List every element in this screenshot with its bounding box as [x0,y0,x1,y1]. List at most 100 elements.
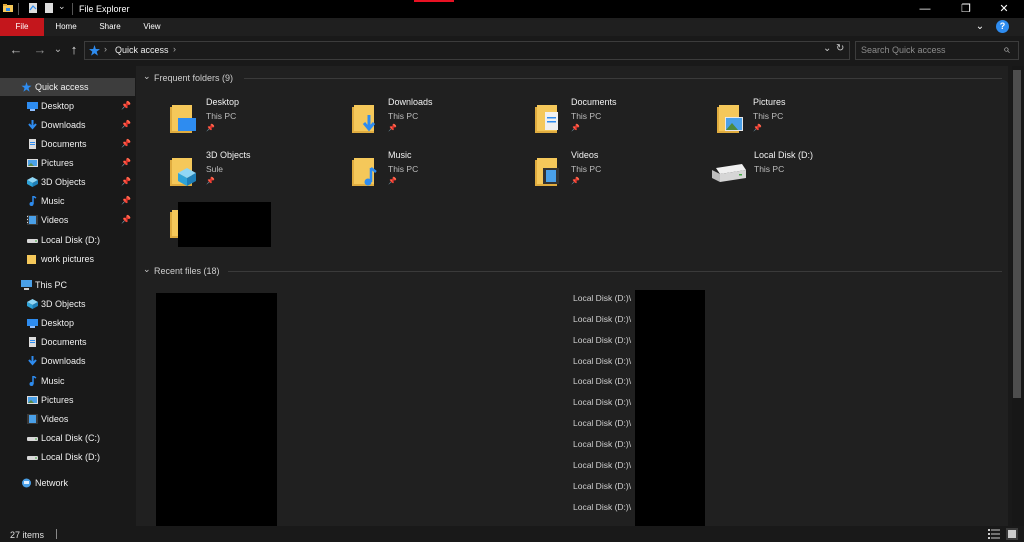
recent-file-path[interactable]: Local Disk (D:)\ [573,397,631,407]
pin-icon[interactable]: 📌 [121,173,131,191]
tab-file[interactable]: File [0,18,44,36]
nav-item-local-disk-d[interactable]: Local Disk (D:) [0,231,135,249]
pin-icon[interactable]: 📌 [121,211,131,229]
nav-item-desktop[interactable]: Desktop [0,314,135,332]
pin-icon[interactable]: 📌 [206,177,215,185]
address-dropdown-icon[interactable]: ⌄ [823,43,831,54]
folder-location: This PC [571,164,602,174]
recent-file-path[interactable]: Local Disk (D:)\ [573,314,631,324]
nav-label: Desktop [41,318,75,328]
expand-ribbon-icon[interactable]: ⌄ [972,18,988,36]
folder-name: Music [388,150,412,160]
back-button[interactable]: ← [8,42,24,58]
refresh-icon[interactable]: ↻ [836,43,844,54]
group-toggle-icon[interactable]: ⌄ [143,264,151,275]
nav-item-3d-objects[interactable]: 3D Objects [0,295,135,313]
recent-file-path[interactable]: Local Disk (D:)\ [573,418,631,428]
large-icons-view-icon[interactable] [1006,528,1018,540]
minimize-button[interactable]: — [913,2,937,16]
tab-view[interactable]: View [134,18,170,36]
pin-icon[interactable]: 📌 [388,177,397,185]
tab-home[interactable]: Home [48,18,84,36]
search-icon[interactable]: ⌕ [1003,42,1010,57]
customize-qat-icon[interactable]: ⌄ [58,1,66,12]
forward-button[interactable]: → [32,42,48,58]
nav-item-downloads[interactable]: Downloads [0,352,135,370]
nav-item-videos[interactable]: Videos 📌 [0,211,135,229]
recent-file-path[interactable]: Local Disk (D:)\ [573,439,631,449]
folder-tile-pictures[interactable]: Pictures This PC 📌 [717,97,877,143]
nav-item-documents[interactable]: Documents [0,333,135,351]
pin-icon[interactable]: 📌 [121,135,131,153]
new-folder-icon[interactable] [44,3,54,13]
pin-icon[interactable]: 📌 [121,154,131,172]
local-disk-icon [712,164,746,182]
address-field[interactable]: › Quick access › ⌄ ↻ [84,41,850,60]
recent-locations-button[interactable]: ⌄ [50,42,66,58]
group-divider [244,78,1002,79]
recent-file-path[interactable]: Local Disk (D:)\ [573,335,631,345]
status-divider [56,529,57,539]
tab-share[interactable]: Share [92,18,128,36]
title-divider-2 [72,3,73,15]
vertical-scrollbar[interactable] [1012,66,1024,526]
folder-tile-3d-objects[interactable]: 3D Objects Sule 📌 [170,150,330,196]
nav-this-pc[interactable]: This PC [0,276,135,294]
nav-item-local-disk-d[interactable]: Local Disk (D:) [0,448,135,466]
nav-item-pictures[interactable]: Pictures [0,391,135,409]
nav-item-documents[interactable]: Documents 📌 [0,135,135,153]
help-icon[interactable]: ? [996,20,1009,33]
3d-objects-folder-icon [170,158,196,186]
navigation-pane: Quick access Desktop 📌 Downloads 📌 Docum… [0,66,135,526]
explorer-app-icon[interactable] [3,3,13,13]
folder-tile-videos[interactable]: Videos This PC 📌 [535,150,695,196]
pin-icon[interactable]: 📌 [571,124,580,132]
pin-icon[interactable]: 📌 [388,124,397,132]
close-button[interactable]: ✕ [992,2,1016,16]
pin-icon[interactable]: 📌 [571,177,580,185]
pin-icon[interactable]: 📌 [206,124,215,132]
pin-icon[interactable]: 📌 [121,192,131,210]
properties-icon[interactable] [28,3,38,13]
recent-file-path[interactable]: Local Disk (D:)\ [573,376,631,386]
pin-icon[interactable]: 📌 [121,97,131,115]
nav-item-local-disk-c[interactable]: Local Disk (C:) [0,429,135,447]
scrollbar-thumb[interactable] [1013,70,1021,398]
nav-item-desktop[interactable]: Desktop 📌 [0,97,135,115]
restore-button[interactable]: ❐ [954,2,978,16]
group-header-frequent[interactable]: Frequent folders (9) [154,73,233,83]
breadcrumb-separator[interactable]: › [104,44,107,54]
nav-network[interactable]: Network [0,474,135,492]
recent-file-path[interactable]: Local Disk (D:)\ [573,356,631,366]
up-button[interactable]: ↑ [66,42,82,58]
recent-file-path[interactable]: Local Disk (D:)\ [573,293,631,303]
folder-tile-local-disk-d[interactable]: Local Disk (D:) This PC [712,150,872,196]
recent-file-path[interactable]: Local Disk (D:)\ [573,481,631,491]
folder-location: Sule [206,164,224,174]
pin-icon[interactable]: 📌 [753,124,762,132]
breadcrumb-separator-2[interactable]: › [173,44,176,54]
nav-label: Music [41,196,65,206]
drive-icon [27,437,38,441]
search-field[interactable]: Search Quick access ⌕ [855,41,1019,60]
recent-file-path[interactable]: Local Disk (D:)\ [573,460,631,470]
nav-quick-access[interactable]: Quick access [0,78,135,96]
recent-file-path[interactable]: Local Disk (D:)\ [573,502,631,512]
folder-tile-desktop[interactable]: Desktop This PC 📌 [170,97,330,143]
group-toggle-icon[interactable]: ⌄ [143,71,151,82]
folder-tile-downloads[interactable]: Downloads This PC 📌 [352,97,512,143]
folder-tile-documents[interactable]: Documents This PC 📌 [535,97,695,143]
breadcrumb-quick-access[interactable]: Quick access [115,45,169,55]
folder-tile-music[interactable]: Music This PC 📌 [352,150,512,196]
nav-item-work-pictures[interactable]: work pictures [0,250,135,268]
nav-item-music[interactable]: Music [0,372,135,390]
details-view-icon[interactable] [988,529,1000,539]
nav-item-pictures[interactable]: Pictures 📌 [0,154,135,172]
nav-item-videos[interactable]: Videos [0,410,135,428]
nav-item-music[interactable]: Music 📌 [0,192,135,210]
nav-item-downloads[interactable]: Downloads 📌 [0,116,135,134]
pin-icon[interactable]: 📌 [121,116,131,134]
nav-item-3d-objects[interactable]: 3D Objects 📌 [0,173,135,191]
group-header-recent[interactable]: Recent files (18) [154,266,220,276]
star-icon [21,82,32,92]
